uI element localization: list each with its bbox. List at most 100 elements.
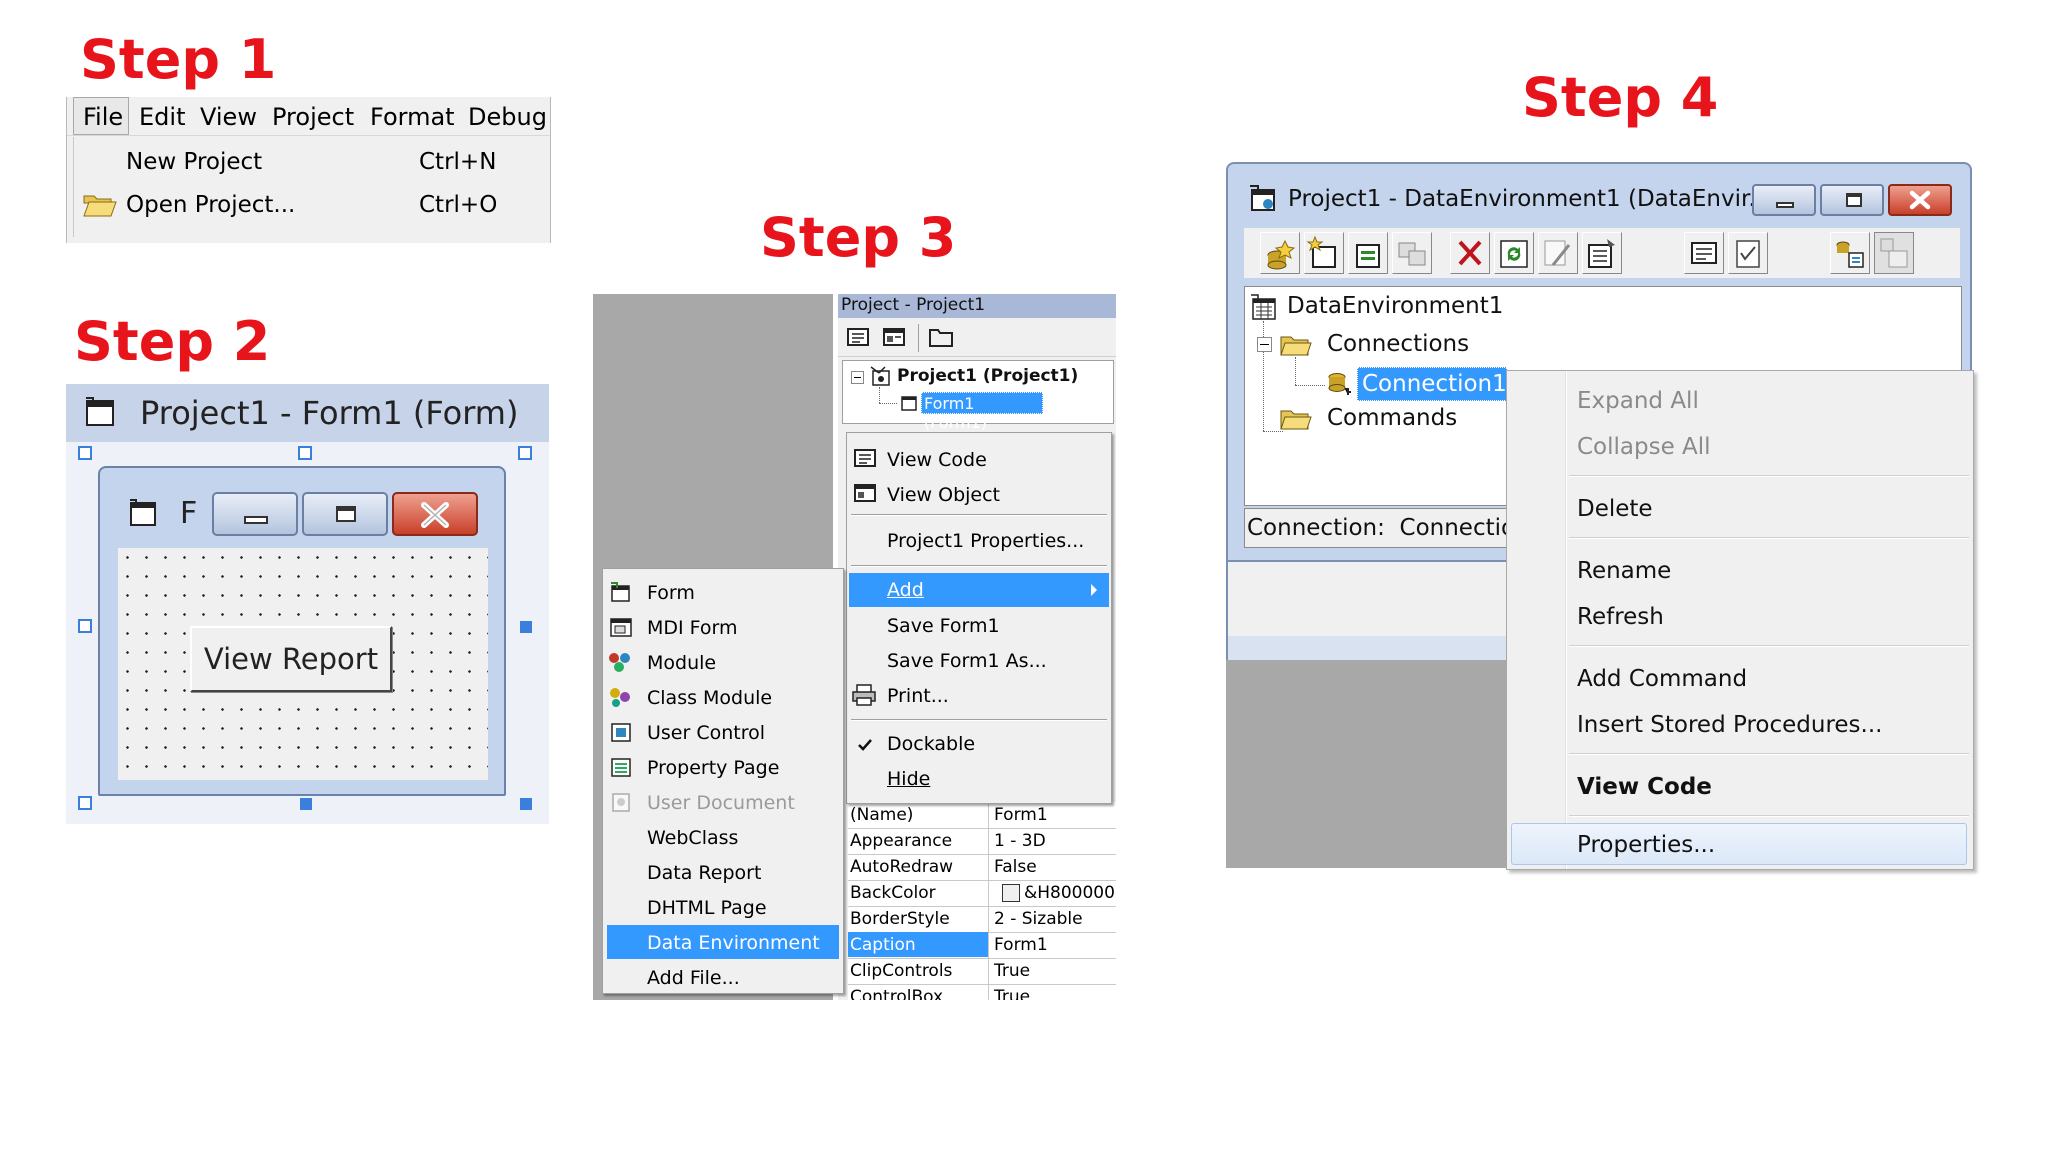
design-button[interactable]	[1538, 232, 1578, 274]
menu-edit[interactable]: Edit	[139, 103, 185, 131]
ctx-item-properties[interactable]: Properties...	[1511, 823, 1967, 865]
submenu-item-user-control[interactable]: User Control	[603, 715, 843, 749]
ctx-item-view-code[interactable]: View Code	[1507, 765, 1973, 809]
property-row[interactable]: ClipControls True	[848, 958, 1116, 985]
menu-item-new-project[interactable]: New Project Ctrl+N	[74, 143, 546, 183]
submenu-item-webclass[interactable]: WebClass	[603, 820, 843, 854]
tree-expander-minus[interactable]	[851, 371, 864, 384]
menu-format[interactable]: Format	[370, 103, 455, 131]
project-icon	[870, 366, 890, 386]
tree-project-label[interactable]: Project1 (Project1)	[897, 366, 1078, 386]
property-row[interactable]: AutoRedraw False	[848, 854, 1116, 881]
ctx-item-label: Print...	[887, 685, 949, 707]
selection-handle-ml[interactable]	[78, 619, 92, 633]
ctx-item-insert-stored-procedures[interactable]: Insert Stored Procedures...	[1507, 703, 1973, 747]
selection-handle-bl[interactable]	[78, 796, 92, 810]
minimize-button[interactable]	[212, 492, 298, 536]
submenu-item-property-page[interactable]: Property Page	[603, 750, 843, 784]
ctx-item-save-form[interactable]: Save Form1	[847, 609, 1111, 643]
ctx-item-label: Expand All	[1577, 388, 1699, 414]
submenu-item-add-file[interactable]: Add File...	[603, 960, 843, 994]
ctx-item-refresh[interactable]: Refresh	[1507, 595, 1973, 639]
submenu-item-module[interactable]: Module	[603, 645, 843, 679]
maximize-button[interactable]	[1820, 184, 1884, 216]
submenu-item-form[interactable]: Form	[603, 575, 843, 609]
menu-file[interactable]: File	[83, 103, 123, 131]
properties-toolbar-button[interactable]	[1582, 232, 1622, 274]
ctx-item-view-object[interactable]: View Object	[847, 476, 1111, 510]
submenu-item-label: Property Page	[647, 757, 780, 779]
selection-handle-br[interactable]	[520, 798, 532, 810]
submenu-item-data-environment[interactable]: Data Environment	[607, 925, 839, 959]
data-environment-window-title: Project1 - DataEnvironment1 (DataEnvir..…	[1288, 186, 1771, 212]
ctx-item-delete[interactable]: Delete	[1507, 487, 1973, 531]
submenu-item-dhtml-page[interactable]: DHTML Page	[603, 890, 843, 924]
property-row[interactable]: (Name) Form1	[848, 802, 1116, 829]
minimize-button[interactable]	[1752, 184, 1816, 216]
selection-handle-bm[interactable]	[300, 798, 312, 810]
refresh-button[interactable]	[1494, 232, 1534, 274]
view-object-icon	[883, 328, 905, 346]
add-command-button[interactable]	[1304, 232, 1344, 274]
property-row[interactable]: BackColor&H8000000F	[848, 880, 1116, 907]
tree-commands-label[interactable]: Commands	[1327, 405, 1457, 431]
selection-handle-tl[interactable]	[78, 446, 92, 460]
delete-button[interactable]	[1450, 232, 1490, 274]
selection-handle-tm[interactable]	[298, 446, 312, 460]
ctx-item-hide[interactable]: Hide	[847, 762, 1111, 796]
tree-expander-minus[interactable]	[1257, 337, 1272, 352]
submenu-item-label: User Control	[647, 722, 766, 744]
ctx-item-add[interactable]: Add	[849, 573, 1109, 607]
project-explorer-titlebar: Project - Project1	[838, 294, 1116, 318]
menu-item-open-project[interactable]: Open Project... Ctrl+O	[74, 186, 546, 226]
tree-connection1-item[interactable]: Connection1	[1357, 367, 1507, 401]
menu-debug[interactable]: Debug	[468, 103, 547, 131]
ctx-item-save-form-as[interactable]: Save Form1 As...	[847, 644, 1111, 678]
submenu-item-mdi-form[interactable]: MDI Form	[603, 610, 843, 644]
sort-by-object-button[interactable]	[1874, 232, 1914, 274]
property-row[interactable]: BorderStyle 2 - Sizable	[848, 906, 1116, 933]
ctx-item-label: Collapse All	[1577, 434, 1711, 460]
step1-file-menu-panel: File Edit View Project Format Debug New …	[66, 97, 551, 243]
ctx-item-print[interactable]: Print...	[847, 679, 1111, 713]
menubar: File Edit View Project Format Debug	[67, 97, 550, 136]
ctx-item-add-command[interactable]: Add Command	[1507, 657, 1973, 701]
tree-root-label[interactable]: DataEnvironment1	[1287, 293, 1503, 319]
property-row-selected[interactable]: Caption Form1	[848, 932, 1116, 959]
close-button[interactable]	[392, 492, 478, 536]
view-code-toolbar-button[interactable]	[846, 326, 872, 350]
property-row[interactable]: ControlBox True	[848, 984, 1116, 1000]
property-row[interactable]: Appearance 1 - 3D	[848, 828, 1116, 855]
child-command-button[interactable]	[1348, 232, 1388, 274]
relation-button[interactable]	[1392, 232, 1432, 274]
tree-form-item[interactable]: Form1 (Form1)	[921, 392, 1043, 432]
view-report-button[interactable]: View Report	[190, 626, 392, 692]
ctx-item-collapse-all: Collapse All	[1507, 425, 1973, 469]
commands-folder-icon	[1280, 410, 1312, 430]
ctx-item-rename[interactable]: Rename	[1507, 549, 1973, 593]
menu-project[interactable]: Project	[272, 103, 354, 131]
form-client-area[interactable]: View Report	[118, 548, 488, 780]
maximize-button[interactable]	[302, 492, 388, 536]
view-object-toolbar-button[interactable]	[1728, 232, 1768, 274]
add-connection-button[interactable]	[1260, 232, 1300, 274]
view-object-toolbar-button[interactable]	[882, 326, 908, 350]
tree-connections-label[interactable]: Connections	[1327, 331, 1469, 357]
form1[interactable]: F View Report	[98, 466, 506, 796]
ctx-item-dockable[interactable]: Dockable	[847, 727, 1111, 761]
project-context-menu: View Code View Object Project1 Propertie…	[846, 432, 1112, 804]
submenu-item-class-module[interactable]: Class Module	[603, 680, 843, 714]
close-button[interactable]	[1888, 184, 1952, 216]
selection-handle-mr[interactable]	[520, 621, 532, 633]
menu-view[interactable]: View	[200, 103, 257, 131]
button-label: View Report	[203, 642, 379, 676]
menu-item-shortcut: Ctrl+N	[419, 149, 497, 175]
sort-by-connection-button[interactable]	[1830, 232, 1870, 274]
submenu-item-data-report[interactable]: Data Report	[603, 855, 843, 889]
ctx-item-view-code[interactable]: View Code	[847, 441, 1111, 475]
selection-handle-tr[interactable]	[518, 446, 532, 460]
toggle-folders-toolbar-button[interactable]	[928, 326, 956, 350]
form-window-icon	[86, 397, 114, 426]
ctx-item-project-properties[interactable]: Project1 Properties...	[847, 520, 1111, 560]
view-code-toolbar-button[interactable]	[1684, 232, 1724, 274]
